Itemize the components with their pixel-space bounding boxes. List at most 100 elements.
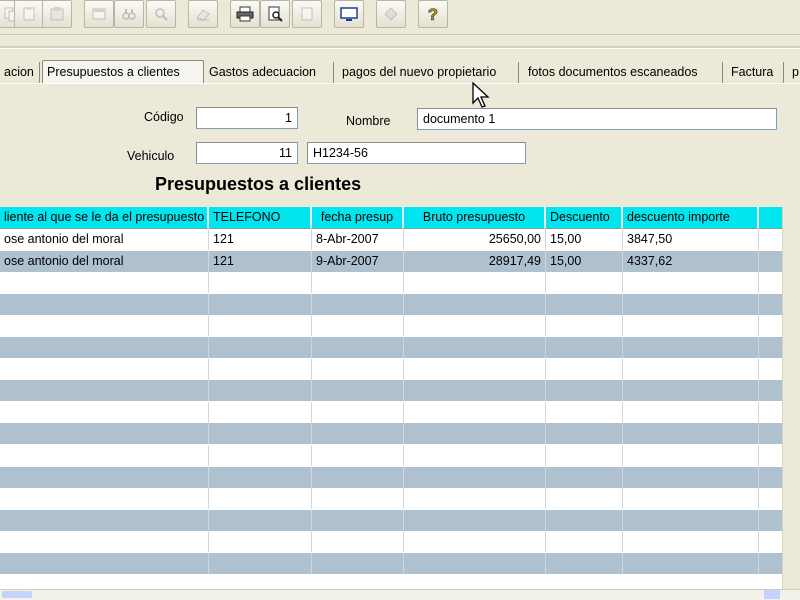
table-cell[interactable] (759, 467, 782, 488)
print-preview-button[interactable] (260, 0, 290, 28)
view-button[interactable] (334, 0, 364, 28)
table-cell[interactable] (209, 488, 312, 510)
table-cell[interactable] (404, 315, 546, 337)
table-cell[interactable] (209, 358, 312, 380)
scrollbar-thumb[interactable] (2, 591, 32, 598)
table-cell[interactable] (312, 553, 404, 574)
tab-pagos-del-nuevo-propietario[interactable]: pagos del nuevo propietario (338, 62, 519, 83)
column-header-cliente[interactable]: liente al que se le da el presupuesto (0, 207, 209, 229)
table-cell[interactable] (759, 488, 782, 509)
codigo-field[interactable] (196, 107, 298, 129)
table-cell[interactable]: 4337,62 (623, 250, 759, 272)
table-cell[interactable] (759, 359, 782, 380)
scroll-right-arrow[interactable] (764, 590, 780, 599)
tab-overflow[interactable]: p (788, 62, 800, 83)
table-row[interactable] (0, 488, 782, 510)
table-cell[interactable] (209, 293, 312, 315)
table-cell[interactable] (404, 466, 546, 488)
vehiculo-field[interactable] (196, 142, 298, 164)
table-row[interactable] (0, 315, 782, 337)
window-button[interactable] (84, 0, 114, 28)
table-row[interactable] (0, 466, 782, 488)
table-cell[interactable] (546, 423, 623, 445)
tab-fotos-documentos-escaneados[interactable]: fotos documentos escaneados (524, 62, 723, 83)
table-cell[interactable] (312, 315, 404, 337)
table-cell[interactable] (623, 466, 759, 488)
table-cell[interactable] (546, 401, 623, 423)
vertical-scroll-area[interactable] (782, 207, 800, 589)
find-button[interactable] (114, 0, 144, 28)
table-row[interactable] (0, 380, 782, 402)
table-cell[interactable] (546, 272, 623, 294)
table-cell[interactable] (759, 445, 782, 466)
table-row[interactable] (0, 337, 782, 358)
table-cell[interactable] (546, 445, 623, 466)
matricula-field[interactable] (307, 142, 526, 164)
table-cell[interactable] (623, 445, 759, 466)
table-cell[interactable] (404, 337, 546, 358)
table-cell[interactable] (312, 293, 404, 315)
properties-button[interactable] (376, 0, 406, 28)
table-cell[interactable] (0, 293, 209, 315)
table-cell[interactable]: 25650,00 (404, 229, 546, 250)
column-header-descuento[interactable]: Descuento (546, 207, 623, 229)
table-row[interactable] (0, 423, 782, 445)
table-cell[interactable]: 15,00 (546, 229, 623, 250)
table-cell[interactable] (404, 272, 546, 294)
table-cell[interactable] (546, 358, 623, 380)
table-cell[interactable] (209, 445, 312, 466)
table-cell[interactable] (312, 488, 404, 510)
table-row[interactable]: ose antonio del moral 121 8-Abr-2007 25650,… (0, 229, 782, 250)
help-button[interactable]: ? (418, 0, 448, 28)
table-cell[interactable]: ose antonio del moral (0, 250, 209, 272)
table-cell[interactable] (546, 531, 623, 553)
table-cell[interactable] (623, 293, 759, 315)
clear-button[interactable] (188, 0, 218, 28)
table-row[interactable] (0, 553, 782, 574)
table-cell[interactable] (0, 337, 209, 358)
table-cell[interactable] (404, 293, 546, 315)
table-cell[interactable] (623, 488, 759, 510)
table-cell[interactable] (0, 358, 209, 380)
table-cell[interactable] (209, 315, 312, 337)
table-cell[interactable] (404, 531, 546, 553)
table-cell[interactable] (312, 358, 404, 380)
table-row[interactable]: ose antonio del moral 121 9-Abr-2007 28917,… (0, 250, 782, 272)
table-cell[interactable] (759, 337, 782, 358)
table-cell[interactable] (759, 380, 782, 401)
table-cell[interactable] (759, 510, 782, 531)
table-cell[interactable] (0, 445, 209, 466)
table-cell[interactable] (623, 315, 759, 337)
table-cell[interactable] (404, 445, 546, 466)
table-row[interactable] (0, 531, 782, 553)
table-row[interactable] (0, 358, 782, 380)
tab-adecuacion[interactable]: acion (0, 62, 40, 83)
table-row[interactable] (0, 401, 782, 423)
table-cell[interactable] (546, 293, 623, 315)
table-cell[interactable] (209, 272, 312, 294)
tab-gastos-adecuacion[interactable]: Gastos adecuacion (205, 62, 334, 83)
table-cell[interactable] (623, 401, 759, 423)
column-header-n[interactable]: N (759, 207, 782, 229)
table-cell[interactable] (209, 423, 312, 445)
table-cell[interactable] (759, 315, 782, 336)
table-cell[interactable] (312, 401, 404, 423)
table-cell[interactable] (209, 466, 312, 488)
table-cell[interactable] (404, 358, 546, 380)
table-cell[interactable] (0, 553, 209, 574)
table-row[interactable] (0, 509, 782, 531)
tab-presupuestos-a-clientes[interactable]: Presupuestos a clientes (42, 60, 204, 84)
table-cell[interactable] (759, 553, 782, 574)
column-header-fecha[interactable]: fecha presup (312, 207, 404, 229)
table-cell[interactable] (312, 531, 404, 553)
table-cell[interactable] (0, 466, 209, 488)
table-cell[interactable] (0, 423, 209, 445)
table-cell[interactable] (209, 380, 312, 402)
table-cell[interactable] (404, 488, 546, 510)
table-cell[interactable] (623, 553, 759, 574)
table-cell[interactable]: 121 (209, 250, 312, 272)
tab-factura[interactable]: Factura (727, 62, 784, 83)
table-cell[interactable] (312, 466, 404, 488)
table-cell[interactable] (209, 401, 312, 423)
table-row[interactable] (0, 445, 782, 466)
